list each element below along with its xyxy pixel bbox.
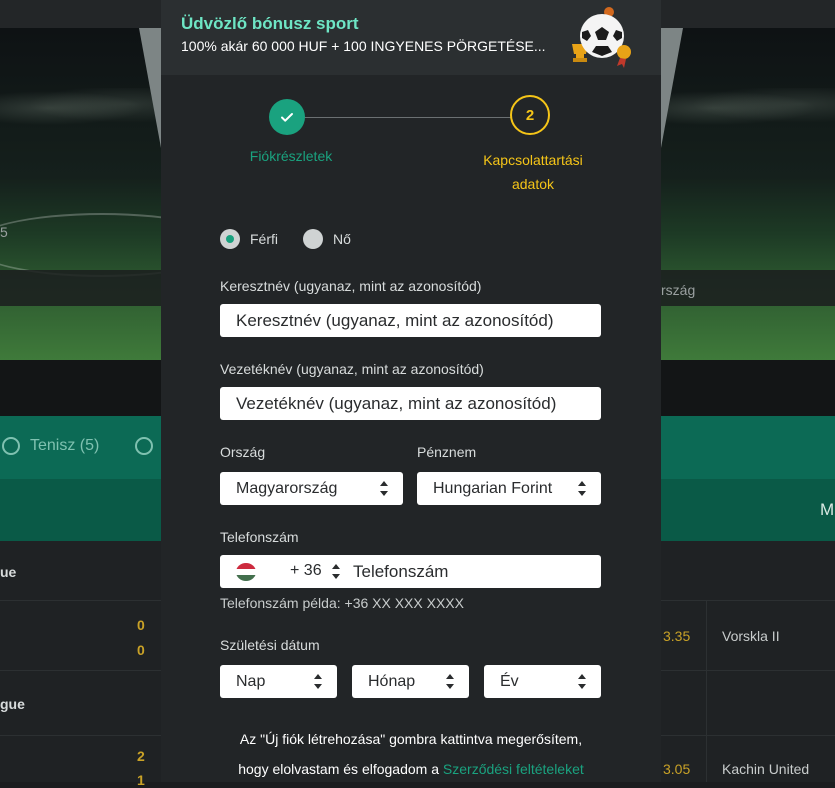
select-arrows-icon — [578, 674, 586, 689]
first-name-input[interactable]: Keresztnév (ugyanaz, mint az azonosítód) — [220, 304, 601, 337]
soccer-trophy-icon — [572, 7, 631, 68]
select-arrows-icon — [380, 481, 388, 496]
odds-value[interactable]: 3.05 — [663, 761, 690, 777]
basketball-icon[interactable] — [135, 437, 154, 455]
gender-male-label: Férfi — [250, 231, 278, 247]
sport-tab-tennis[interactable]: Tenisz (5) — [0, 437, 154, 455]
sport-tab-tennis-label: Tenisz (5) — [30, 437, 100, 454]
select-arrows-icon — [446, 674, 454, 689]
stepper-connector — [287, 117, 513, 118]
phone-number-input[interactable]: Telefonszám — [353, 562, 448, 582]
step-1-label: Fiókrészletek — [249, 148, 333, 164]
birth-year-value: Év — [500, 672, 519, 690]
select-arrows-icon — [314, 674, 322, 689]
currency-select[interactable]: Hungarian Forint — [417, 472, 601, 505]
phone-label: Telefonszám — [220, 529, 299, 545]
step-1-complete[interactable] — [269, 99, 305, 135]
birth-year-select[interactable]: Év — [484, 665, 601, 698]
league-label: gue — [0, 696, 25, 712]
team-name: Kachin United — [722, 761, 810, 777]
birth-month-select[interactable]: Hónap — [352, 665, 469, 698]
last-name-label: Vezetéknév (ugyanaz, mint az azonosítód) — [220, 361, 484, 377]
league-label: ue — [0, 564, 17, 580]
checkmark-icon — [281, 113, 293, 122]
hungary-flag-icon — [236, 563, 256, 581]
country-label: Ország — [220, 444, 266, 460]
score-value: 0 — [137, 642, 145, 658]
phone-field[interactable]: + 36 Telefonszám — [220, 555, 601, 588]
header-fragment-right: M — [820, 500, 835, 519]
odds-value[interactable]: 3.35 — [663, 628, 690, 644]
last-name-input[interactable]: Vezetéknév (ugyanaz, mint az azonosítód) — [220, 387, 601, 420]
birth-month-value: Hónap — [368, 672, 416, 690]
match-list-left — [0, 541, 161, 782]
background-dark-bar — [0, 360, 161, 416]
step-2-label: Kapcsolattartási adatok — [483, 152, 583, 192]
terms-consent-text: Az "Új fiók létrehozása" gombra kattintv… — [238, 731, 584, 777]
currency-value: Hungarian Forint — [433, 479, 553, 497]
tennis-ball-icon — [2, 437, 20, 455]
country-select[interactable]: Magyarország — [220, 472, 403, 505]
step-2-active: 2 — [510, 95, 550, 135]
gender-radio-female[interactable]: Nő — [303, 229, 351, 249]
terms-link[interactable]: Szerződési feltételeket — [443, 761, 584, 777]
stadium-banner-left — [0, 28, 161, 360]
gender-radio-male[interactable]: Férfi — [220, 229, 278, 249]
score-value: 1 — [137, 772, 145, 788]
match-list-right — [661, 541, 835, 782]
banner-fragment-right: rszág — [661, 282, 696, 298]
birth-day-select[interactable]: Nap — [220, 665, 337, 698]
select-arrows-icon[interactable] — [331, 563, 341, 580]
bonus-title: Üdvözlő bónusz sport — [181, 14, 359, 33]
bonus-subtitle: 100% akár 60 000 HUF + 100 INGYENES PÖRG… — [181, 38, 546, 54]
country-value: Magyarország — [236, 479, 338, 497]
phone-example-hint: Telefonszám példa: +36 XX XXX XXXX — [220, 595, 464, 611]
team-name: Vorskla II — [722, 628, 780, 644]
birthdate-label: Születési dátum — [220, 637, 320, 653]
stadium-banner-right — [661, 28, 835, 360]
phone-country-code[interactable]: + 36 — [290, 562, 322, 580]
gender-female-label: Nő — [333, 231, 351, 247]
first-name-label: Keresztnév (ugyanaz, mint az azonosítód) — [220, 278, 482, 294]
sports-header-bar — [0, 479, 161, 541]
radio-checked-icon[interactable] — [220, 229, 240, 249]
registration-modal: Üdvözlő bónusz sport 100% akár 60 000 HU… — [161, 0, 661, 782]
select-arrows-icon — [578, 481, 586, 496]
welcome-bonus-banner: Üdvözlő bónusz sport 100% akár 60 000 HU… — [161, 0, 661, 75]
currency-label: Pénznem — [417, 444, 477, 460]
birth-day-value: Nap — [236, 672, 266, 690]
score-value: 2 — [137, 748, 145, 764]
banner-fragment-left: 5 — [0, 224, 8, 240]
radio-unchecked-icon[interactable] — [303, 229, 323, 249]
score-value: 0 — [137, 617, 145, 633]
